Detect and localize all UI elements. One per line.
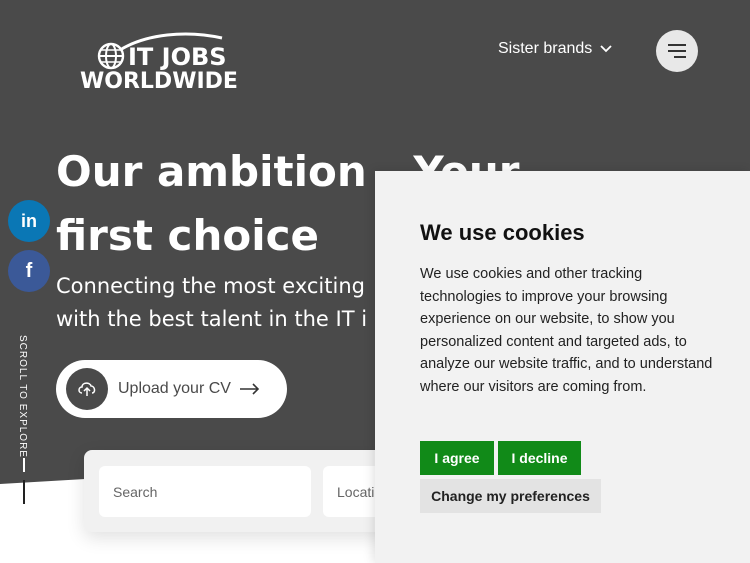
cookie-dialog-body: We use cookies and other tracking techno… [420, 266, 713, 395]
arrow-right-icon [239, 383, 260, 395]
logo-text-line1: IT JOBS [128, 43, 227, 71]
linkedin-button[interactable]: in [8, 200, 50, 242]
linkedin-icon: in [21, 210, 37, 231]
change-preferences-button[interactable]: Change my preferences [420, 479, 601, 513]
upload-icon-circle [66, 368, 108, 410]
job-search-panel: Search Locatio [84, 450, 423, 532]
facebook-icon: f [25, 259, 33, 282]
search-placeholder: Search [113, 483, 158, 500]
scroll-indicator-line-dark [23, 480, 25, 504]
agree-button[interactable]: I agree [420, 441, 494, 475]
menu-icon [668, 44, 686, 58]
decline-button[interactable]: I decline [498, 441, 581, 475]
site-logo[interactable]: IT JOBS WORLDWIDE [80, 32, 250, 100]
scroll-indicator-line [23, 458, 25, 472]
logo-text-line2: WORLDWIDE [80, 69, 238, 94]
sister-brands-dropdown[interactable]: Sister brands [498, 40, 612, 58]
cloud-upload-icon [78, 382, 96, 396]
facebook-button[interactable]: f [8, 250, 50, 292]
menu-button[interactable] [656, 30, 698, 72]
globe-icon [97, 42, 125, 70]
search-input[interactable]: Search [99, 466, 311, 517]
scroll-to-explore-label: SCROLL TO EXPLORE [17, 335, 28, 458]
upload-cv-button[interactable]: Upload your CV [56, 360, 287, 418]
chevron-down-icon [600, 45, 612, 53]
cookie-consent-dialog: We use cookies We use cookies and other … [375, 171, 750, 563]
upload-cv-label: Upload your CV [118, 380, 231, 397]
sister-brands-label: Sister brands [498, 40, 593, 57]
cookie-dialog-title: We use cookies [420, 220, 585, 245]
